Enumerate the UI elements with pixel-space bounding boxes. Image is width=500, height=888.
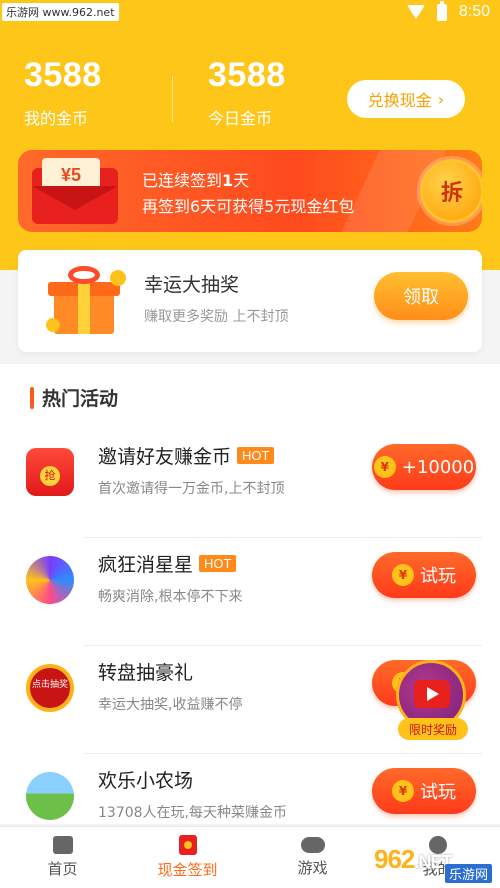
watermark-logo: 962.NET <box>374 844 452 874</box>
signin-text: 已连续签到1天 再签到6天可获得5元现金红包 <box>142 168 354 220</box>
activity-row-invite[interactable]: 邀请好友赚金币 HOT 首次邀请得一万金币,上不封顶 ¥ +10000 <box>0 430 500 538</box>
gift-box-icon <box>46 260 126 340</box>
activity-title: 欢乐小农场 <box>98 770 194 792</box>
watermark-top-left: 乐游网 www.962.net <box>2 3 119 21</box>
my-coins-label: 我的金币 <box>24 109 89 128</box>
nav-item-home[interactable]: 首页 <box>0 827 125 888</box>
try-play-button[interactable]: ¥ 试玩 <box>372 552 476 598</box>
wifi-icon <box>406 5 425 19</box>
my-coins: 3588 我的金币 <box>24 56 102 129</box>
watermark-bottom-right: 962.NET 乐游网 <box>374 840 494 884</box>
section-title-bar <box>30 386 34 409</box>
activity-subtitle: 幸运大抽奖,收益赚不停 <box>98 697 243 713</box>
chevron-right-icon: › <box>437 89 445 109</box>
battery-icon <box>436 0 447 21</box>
cash-signin-icon <box>178 835 197 855</box>
nav-item-cash-signin[interactable]: 现金签到 <box>125 827 250 888</box>
today-coins-label: 今日金币 <box>208 109 273 128</box>
star-game-icon <box>26 556 74 604</box>
signin-goal: 再签到6天可获得5元现金红包 <box>142 197 355 216</box>
hot-badge: HOT <box>237 447 275 464</box>
today-coins: 3588 今日金币 <box>208 56 286 129</box>
try-play-button[interactable]: ¥ 试玩 <box>372 768 476 814</box>
today-coins-value: 3588 <box>208 56 286 94</box>
my-coins-value: 3588 <box>24 56 102 94</box>
activity-subtitle: 畅爽消除,根本停不下来 <box>98 589 243 605</box>
lucky-draw-card[interactable]: 幸运大抽奖 赚取更多奖励 上不封顶 领取 <box>18 250 482 352</box>
farm-game-icon <box>26 772 74 820</box>
lucky-draw-title: 幸运大抽奖 <box>144 274 240 296</box>
status-icons: 8:50 <box>406 0 490 21</box>
coin-icon: ¥ <box>392 780 414 802</box>
activity-title: 邀请好友赚金币 HOT <box>98 442 275 469</box>
hot-activities-section: 热门活动 邀请好友赚金币 HOT 首次邀请得一万金币,上不封顶 ¥ +10000… <box>0 364 500 824</box>
signin-banner[interactable]: ¥5 已连续签到1天 再签到6天可获得5元现金红包 拆 <box>18 150 482 232</box>
activity-row-stars[interactable]: 疯狂消星星 HOT 畅爽消除,根本停不下来 ¥ 试玩 <box>0 538 500 646</box>
coin-icon: ¥ <box>392 564 414 586</box>
activity-subtitle: 首次邀请得一万金币,上不封顶 <box>98 481 285 497</box>
lucky-wheel-icon <box>26 664 74 712</box>
clock: 8:50 <box>458 3 490 20</box>
red-envelope-icon: ¥5 <box>32 158 118 224</box>
claim-button[interactable]: 领取 <box>374 272 468 320</box>
watermark-sub: 乐游网 <box>444 864 492 883</box>
signin-streak: 已连续签到1天 <box>142 171 250 190</box>
activity-title: 疯狂消星星 HOT <box>98 550 237 577</box>
limited-time-reward-badge[interactable]: 限时奖励 <box>392 660 476 744</box>
lucky-draw-subtitle: 赚取更多奖励 上不封顶 <box>144 309 289 325</box>
invite-reward-button[interactable]: ¥ +10000 <box>372 444 476 490</box>
section-title: 热门活动 <box>30 384 118 411</box>
activity-subtitle: 13708人在玩,每天种菜赚金币 <box>98 805 287 821</box>
exchange-cash-label: 兑换现金 <box>367 91 432 110</box>
home-icon <box>52 836 73 854</box>
coin-icon: ¥ <box>373 456 396 478</box>
status-bar: 乐游网 www.962.net 8:50 <box>0 0 500 28</box>
red-envelope-invite-icon <box>26 448 74 496</box>
gamepad-icon <box>300 837 325 853</box>
exchange-cash-button[interactable]: 兑换现金 › <box>347 80 465 118</box>
coins-divider <box>172 76 173 122</box>
play-icon <box>414 680 450 708</box>
open-envelope-button[interactable]: 拆 <box>420 159 482 223</box>
nav-item-games[interactable]: 游戏 <box>250 827 375 888</box>
activity-title: 转盘抽豪礼 <box>98 662 194 684</box>
hot-badge: HOT <box>199 555 237 572</box>
limited-time-label: 限时奖励 <box>398 718 468 740</box>
